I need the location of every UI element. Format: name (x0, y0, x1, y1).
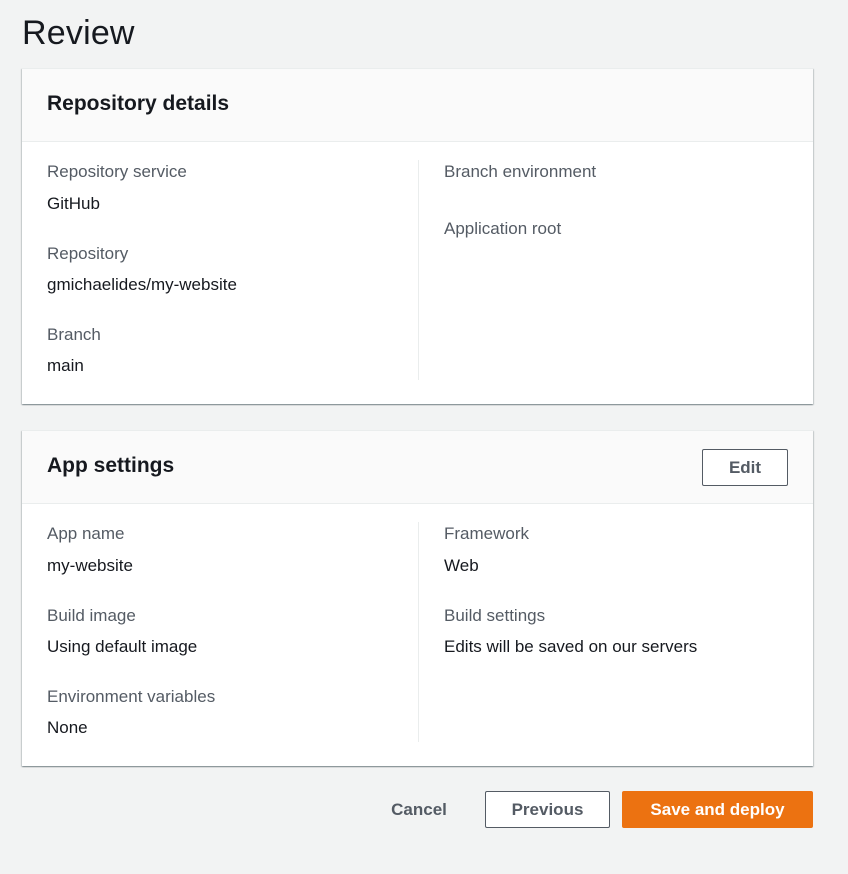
repository-details-panel: Repository details Repository service Gi… (22, 68, 813, 404)
repository-service-value: GitHub (47, 194, 100, 213)
app-settings-body: App name my-website Build image Using de… (22, 504, 813, 766)
app-settings-header: App settings Edit (22, 431, 813, 504)
app-settings-title: App settings (47, 454, 175, 477)
edit-button[interactable]: Edit (702, 449, 788, 486)
column-divider (418, 160, 419, 380)
repository-label: Repository (47, 244, 129, 263)
build-image-value: Using default image (47, 637, 198, 656)
previous-button[interactable]: Previous (485, 791, 610, 828)
environment-variables-value: None (47, 718, 88, 737)
build-settings-value: Edits will be saved on our servers (444, 637, 698, 656)
build-settings-label: Build settings (444, 606, 546, 625)
app-name-value: my-website (47, 556, 133, 575)
review-page: Review Repository details Repository ser… (0, 0, 848, 874)
repository-service-label: Repository service (47, 162, 187, 181)
build-image-label: Build image (47, 606, 136, 625)
app-name-label: App name (47, 524, 125, 543)
repository-details-header: Repository details (22, 69, 813, 142)
repository-value: gmichaelides/my-website (47, 275, 237, 294)
repository-details-body: Repository service GitHub Repository gmi… (22, 142, 813, 404)
branch-label: Branch (47, 325, 101, 344)
page-title: Review (22, 14, 135, 52)
column-divider (418, 522, 419, 742)
app-settings-panel: App settings Edit App name my-website Bu… (22, 430, 813, 766)
cancel-button[interactable]: Cancel (376, 791, 462, 828)
framework-label: Framework (444, 524, 530, 543)
framework-value: Web (444, 556, 479, 575)
save-and-deploy-button[interactable]: Save and deploy (622, 791, 813, 828)
application-root-label: Application root (444, 219, 562, 238)
repository-details-title: Repository details (47, 92, 230, 115)
branch-value: main (47, 356, 84, 375)
environment-variables-label: Environment variables (47, 687, 216, 706)
branch-environment-label: Branch environment (444, 162, 597, 181)
